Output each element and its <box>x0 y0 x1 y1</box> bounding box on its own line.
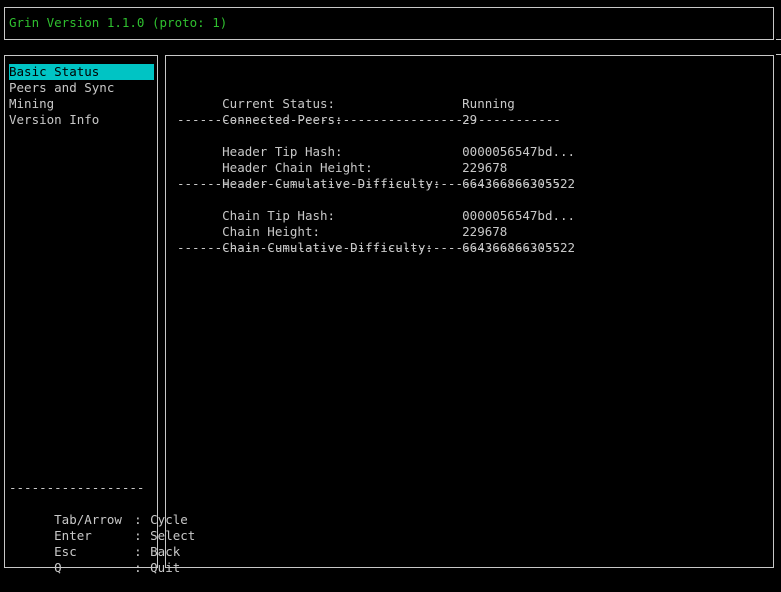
right-edge-mark-top <box>776 39 781 40</box>
status-panel: Current Status: Running Connected Peers: 2… <box>165 55 774 568</box>
section-divider: ----------------------------------------… <box>177 112 561 127</box>
stat-value: 229678 <box>462 224 508 239</box>
menu-item-mining[interactable]: Mining <box>9 96 154 112</box>
stat-label: Header Chain Height: <box>222 160 373 175</box>
stat-current-status: Current Status: Running <box>177 80 575 111</box>
stat-value: 0000056547bd... <box>462 208 576 223</box>
menu-item-basic-status[interactable]: Basic Status <box>9 64 154 80</box>
help-key: Q <box>54 560 62 575</box>
stat-chain-tip-hash: Chain Tip Hash: 0000056547bd... <box>177 192 575 223</box>
basic-status-view: Current Status: Running Connected Peers: 2… <box>177 80 575 256</box>
help-key: Esc <box>54 544 77 559</box>
stat-label: Header Tip Hash: <box>222 144 343 159</box>
menu-item-version-info[interactable]: Version Info <box>9 112 154 128</box>
help-key: Enter <box>54 528 92 543</box>
section-divider: ----------------------------------------… <box>177 176 561 191</box>
stat-label: Current Status: <box>222 96 336 111</box>
section-divider: ----------------------------------------… <box>177 240 561 255</box>
app-title: Grin Version 1.1.0 (proto: 1) <box>9 15 228 30</box>
title-bar: Grin Version 1.1.0 (proto: 1) <box>4 7 774 40</box>
stat-value: 229678 <box>462 160 508 175</box>
help-separator: : <box>134 544 142 559</box>
help-key: Tab/Arrow <box>54 512 122 527</box>
help-separator: : <box>134 560 142 575</box>
sidebar-menu: Basic Status Peers and Sync Mining Versi… <box>9 64 154 128</box>
right-edge-mark-bottom <box>776 54 781 55</box>
menu-item-peers-and-sync[interactable]: Peers and Sync <box>9 80 154 96</box>
stat-header-tip-hash: Header Tip Hash: 0000056547bd... <box>177 128 575 159</box>
sidebar-panel: Basic Status Peers and Sync Mining Versi… <box>4 55 195 575</box>
stat-label: Chain Height: <box>222 224 320 239</box>
help-separator: : <box>134 512 142 527</box>
help-separator: : <box>134 528 142 543</box>
stat-value: 0000056547bd... <box>462 144 576 159</box>
stat-value: Running <box>462 96 515 111</box>
sidebar-divider: ------------------ <box>9 480 145 495</box>
stat-label: Chain Tip Hash: <box>222 208 336 223</box>
